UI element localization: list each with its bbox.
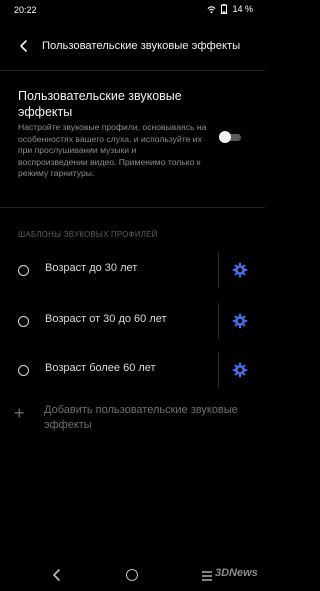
radio-button[interactable] [18,265,29,276]
profile-label: Возраст более 60 лет [45,362,156,374]
row-separator [218,252,219,288]
status-time: 20:22 [14,5,37,15]
header-divider [0,70,265,71]
add-custom-effects[interactable]: + Добавить пользовательские звуковые эфф… [0,398,265,438]
battery-icon [221,4,228,14]
navigation-bar: 3DNews [0,563,265,591]
profile-label: Возраст от 30 до 60 лет [45,313,167,325]
battery-level: 14 % [232,4,253,14]
section-divider [0,207,265,208]
toggle-thumb [219,131,231,143]
radio-button[interactable] [18,316,29,327]
nav-home-icon[interactable] [126,569,138,581]
nav-recent-icon[interactable] [200,569,214,583]
main-setting-title: Пользовательские звуковые эффекты [18,89,182,119]
main-setting[interactable]: Пользовательские звуковые эффекты Настро… [18,88,208,180]
gear-icon[interactable] [232,362,248,378]
app-header: Пользовательские звуковые эффекты [0,30,265,62]
nav-back-icon[interactable] [50,568,64,582]
wifi-icon [208,5,216,13]
watermark-logo: 3DNews [215,567,258,579]
custom-effects-toggle[interactable] [219,131,241,143]
profiles-section-title: ШАБЛОНЫ ЗВУКОВЫХ ПРОФИЛЕЙ [18,230,158,239]
row-separator [218,352,219,388]
back-button[interactable] [12,34,36,58]
profile-row[interactable]: Возраст до 30 лет [0,247,265,293]
profile-row[interactable]: Возраст от 30 до 60 лет [0,298,265,344]
profile-label: Возраст до 30 лет [45,262,138,274]
profile-row[interactable]: Возраст более 60 лет [0,347,265,393]
row-separator [218,303,219,339]
main-setting-description: Настройте звуковые профили, основываясь … [18,122,207,179]
status-bar: 20:22 14 % [0,0,265,22]
radio-button[interactable] [18,365,29,376]
gear-icon[interactable] [232,313,248,329]
status-icons: 14 % [207,4,253,14]
gear-icon[interactable] [232,262,248,278]
plus-icon: + [14,403,25,423]
page-title: Пользовательские звуковые эффекты [42,40,241,52]
arrow-back-icon [20,40,27,52]
add-custom-effects-label: Добавить пользовательские звуковые эффек… [44,404,238,431]
